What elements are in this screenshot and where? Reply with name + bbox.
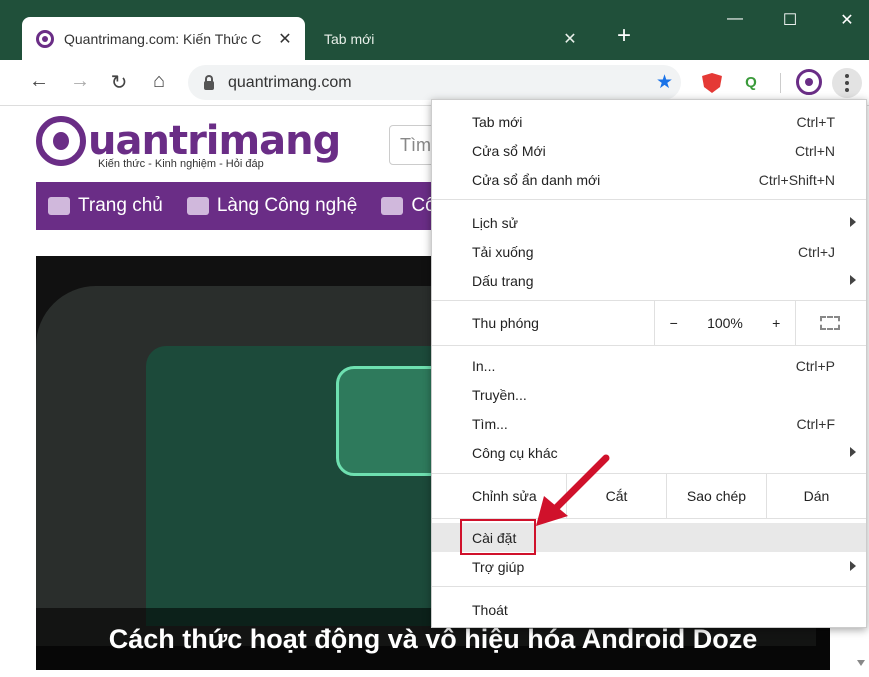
menu-item-shortcut: Ctrl+T (796, 113, 836, 130)
url-text: quantrimang.com (228, 73, 352, 91)
tab-title: Quantrimang.com: Kiến Thức C (64, 30, 262, 47)
tab-quantrimang[interactable]: Quantrimang.com: Kiến Thức C ✕ (22, 17, 305, 60)
menu-item-label: Tải xuống (472, 243, 534, 260)
lock-icon (204, 74, 214, 90)
submenu-arrow-icon (850, 447, 856, 457)
cut-button[interactable]: Cắt (566, 474, 666, 518)
menu-item-new-tab[interactable]: Tab mới Ctrl+T (432, 107, 866, 136)
title-bar: Quantrimang.com: Kiến Thức C ✕ Tab mới ✕… (0, 0, 869, 60)
dot-icon (845, 74, 849, 78)
submenu-arrow-icon (850, 561, 856, 571)
home-button[interactable]: ⌂ (146, 70, 172, 93)
menu-item-cast[interactable]: Truyền... (432, 380, 866, 409)
nav-item-computer[interactable]: Cô (381, 195, 436, 217)
zoom-out-button[interactable]: − (670, 315, 678, 331)
menu-item-history[interactable]: Lịch sử (432, 208, 866, 237)
zoom-in-button[interactable]: + (772, 315, 780, 331)
menu-item-shortcut: Ctrl+J (798, 243, 835, 260)
chrome-menu-button[interactable] (832, 68, 862, 98)
reload-button[interactable]: ↻ (106, 70, 132, 95)
zoom-controls: − 100% + (654, 301, 796, 345)
scroll-down-arrow-icon[interactable] (857, 660, 865, 666)
new-tab-button[interactable]: + (610, 22, 638, 50)
q-extension-icon[interactable]: Q (741, 73, 761, 93)
menu-item-label: Dấu trang (472, 272, 534, 289)
menu-item-bookmarks[interactable]: Dấu trang (432, 266, 866, 295)
tab-close-icon[interactable]: ✕ (273, 29, 297, 49)
menu-item-exit[interactable]: Thoát (432, 595, 866, 624)
menu-item-help[interactable]: Trợ giúp (432, 552, 866, 581)
chrome-main-menu: Tab mới Ctrl+T Cửa sổ Mới Ctrl+N Cửa sổ … (431, 99, 867, 628)
zoom-level: 100% (707, 315, 743, 331)
site-navbar: Trang chủ Làng Công nghệ Cô (36, 182, 456, 230)
menu-zoom-row: Thu phóng − 100% + (432, 301, 866, 345)
toolbar-divider (780, 73, 781, 93)
nav-item-label: Làng Công nghệ (216, 195, 358, 216)
menu-divider (432, 586, 866, 587)
menu-item-label: Tab mới (472, 113, 523, 130)
fullscreen-icon[interactable] (820, 316, 840, 330)
menu-item-label: Trợ giúp (472, 558, 525, 575)
tab-close-icon[interactable]: ✕ (558, 29, 582, 49)
paste-button[interactable]: Dán (766, 474, 866, 518)
submenu-arrow-icon (850, 275, 856, 285)
address-bar[interactable]: quantrimang.com ★ (188, 65, 681, 100)
dot-icon (845, 81, 849, 85)
menu-item-label: Công cụ khác (472, 444, 558, 461)
menu-item-shortcut: Ctrl+F (796, 415, 836, 432)
close-window-button[interactable]: ✕ (832, 10, 862, 30)
minimize-button[interactable]: — (720, 10, 750, 28)
menu-divider (432, 345, 866, 346)
nav-item-label: Trang chủ (78, 195, 163, 216)
bookmark-star-icon[interactable]: ★ (656, 71, 673, 94)
menu-item-label: Tìm... (472, 415, 508, 432)
menu-item-label: Thoát (472, 601, 508, 618)
quantrimang-favicon-icon (36, 29, 54, 48)
menu-divider (432, 199, 866, 200)
menu-item-label: In... (472, 357, 496, 374)
tab-title: Tab mới (324, 30, 375, 47)
menu-item-find[interactable]: Tìm... Ctrl+F (432, 409, 866, 438)
chat-icon (186, 197, 209, 215)
logo-text: uantrimang (88, 118, 341, 164)
settings-highlight-box (460, 519, 536, 555)
profile-avatar[interactable] (796, 69, 822, 95)
forward-button[interactable]: → (67, 70, 93, 93)
menu-item-incognito-window[interactable]: Cửa sổ ẩn danh mới Ctrl+Shift+N (432, 165, 866, 194)
home-icon (48, 197, 70, 215)
logo-tagline: Kiến thức - Kinh nghiệm - Hỏi đáp (98, 158, 264, 170)
nav-item-tech-village[interactable]: Làng Công nghệ (186, 195, 358, 217)
menu-item-label: Lịch sử (472, 214, 518, 231)
nav-item-home[interactable]: Trang chủ (48, 195, 163, 217)
shield-extension-icon[interactable] (702, 73, 722, 93)
menu-item-print[interactable]: In... Ctrl+P (432, 351, 866, 380)
menu-item-shortcut: Ctrl+N (794, 142, 835, 159)
submenu-arrow-icon (850, 217, 856, 227)
tab-new-tab[interactable]: Tab mới ✕ (312, 17, 590, 60)
dot-icon (845, 88, 849, 92)
menu-item-shortcut: Ctrl+Shift+N (758, 171, 835, 188)
logo-q-icon (36, 116, 86, 166)
menu-item-label: Truyền... (472, 386, 527, 403)
menu-item-label: Cửa sổ ẩn danh mới (472, 171, 601, 188)
menu-item-downloads[interactable]: Tải xuống Ctrl+J (432, 237, 866, 266)
maximize-button[interactable]: ☐ (775, 10, 805, 30)
zoom-label: Thu phóng (472, 315, 539, 331)
menu-item-more-tools[interactable]: Công cụ khác (432, 438, 866, 467)
menu-item-label: Cửa sổ Mới (472, 142, 546, 159)
menu-edit-row: Chỉnh sửa Cắt Sao chép Dán (432, 474, 866, 518)
menu-item-new-window[interactable]: Cửa sổ Mới Ctrl+N (432, 136, 866, 165)
copy-button[interactable]: Sao chép (666, 474, 766, 518)
back-button[interactable]: ← (26, 70, 52, 93)
laptop-icon (381, 197, 404, 215)
menu-item-shortcut: Ctrl+P (795, 357, 835, 374)
